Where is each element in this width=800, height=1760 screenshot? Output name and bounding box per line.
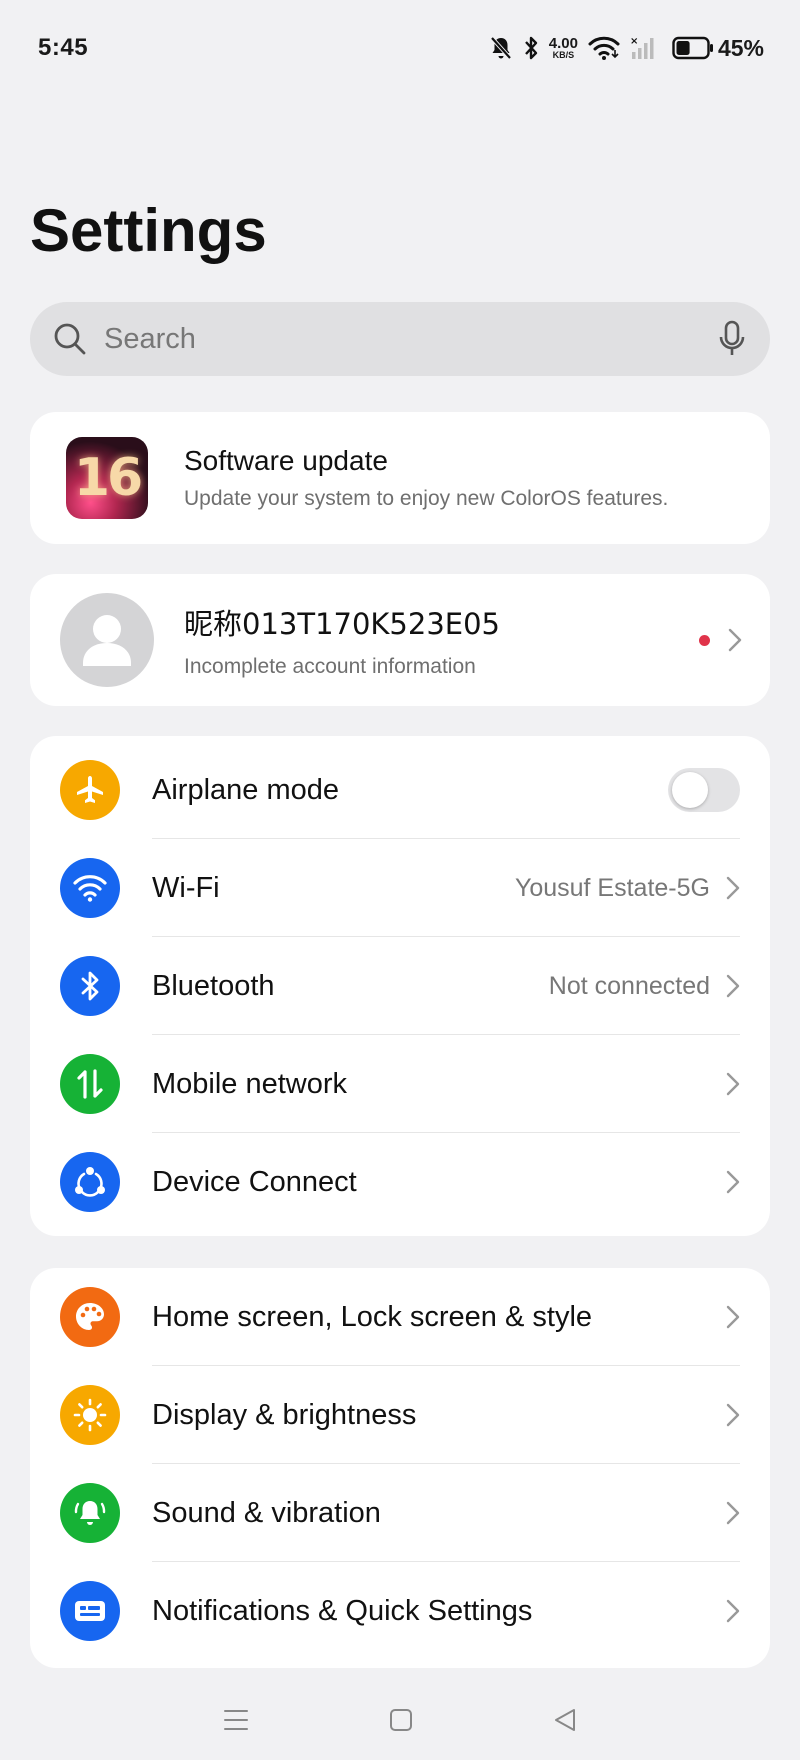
coloros-logo: 16 [66, 437, 148, 519]
coloros-logo-text: 16 [73, 448, 143, 508]
cellular-signal-icon: × [630, 36, 654, 59]
search-icon [54, 323, 86, 355]
chevron-right-icon [726, 1501, 740, 1525]
chevron-right-icon [726, 1599, 740, 1623]
notifications-label: Notifications & Quick Settings [152, 1594, 533, 1627]
software-update-title: Software update [184, 445, 388, 476]
bluetooth-label: Bluetooth [152, 969, 275, 1002]
device-connect-icon-bg [60, 1152, 120, 1212]
bluetooth-status: Not connected [548, 971, 710, 1000]
wifi-network-name: Yousuf Estate-5G [514, 873, 710, 902]
sun-icon [73, 1398, 107, 1432]
battery: 45% [672, 35, 764, 62]
search-bar[interactable] [30, 302, 770, 376]
battery-icon [672, 36, 713, 60]
navigation-bar [0, 1680, 800, 1760]
palette-icon-bg [60, 1287, 120, 1347]
chevron-right-icon [726, 974, 740, 998]
notification-dot [699, 634, 710, 646]
svg-text:×: × [630, 36, 638, 47]
airplane-mode-row[interactable]: Airplane mode [30, 741, 770, 839]
notification-icon [75, 1601, 105, 1621]
bluetooth-icon [81, 971, 99, 1001]
account-subtitle: Incomplete account information [184, 655, 476, 678]
toggle-knob [672, 772, 708, 808]
bluetooth-icon-bg [60, 956, 120, 1016]
recent-apps-icon[interactable] [222, 1707, 250, 1733]
notification-icon-bg [60, 1581, 120, 1641]
mobile-data-icon-bg [60, 1054, 120, 1114]
device-connect-icon [75, 1167, 105, 1197]
battery-percent: 45% [717, 34, 764, 61]
microphone-icon[interactable] [718, 320, 746, 358]
net-speed-unit: KB/S [552, 50, 575, 60]
mobile-network-row[interactable]: Mobile network [30, 1035, 770, 1133]
chevron-right-icon [726, 876, 740, 900]
notifications-row[interactable]: Notifications & Quick Settings [30, 1562, 770, 1660]
search-input[interactable] [104, 322, 718, 356]
net-speed: 4.00 KB/S [549, 36, 578, 60]
wifi-icon [73, 875, 107, 902]
bell-icon [74, 1501, 106, 1525]
sound-vibration-row[interactable]: Sound & vibration [30, 1464, 770, 1562]
back-icon[interactable] [552, 1707, 578, 1733]
status-time: 5:45 [38, 34, 89, 61]
avatar [60, 593, 154, 687]
net-speed-value: 4.00 [548, 35, 578, 52]
airplane-icon [77, 776, 103, 803]
wifi-label: Wi-Fi [152, 871, 220, 904]
sound-vibration-label: Sound & vibration [152, 1496, 381, 1529]
home-screen-row[interactable]: Home screen, Lock screen & style [30, 1268, 770, 1366]
software-update-card[interactable]: 16 Software update Update your system to… [30, 412, 770, 544]
wifi-icon-bg [60, 858, 120, 918]
chevron-right-icon [726, 1072, 740, 1096]
status-bar: 5:45 4.00 KB/S × 45% [0, 0, 800, 96]
bell-icon-bg [60, 1483, 120, 1543]
wifi-status-icon [588, 36, 620, 60]
status-icons: 4.00 KB/S × 45% [489, 35, 764, 62]
mobile-data-icon [77, 1069, 103, 1099]
mobile-network-label: Mobile network [152, 1067, 348, 1100]
person-icon [83, 615, 131, 666]
software-update-subtitle: Update your system to enjoy new ColorOS … [184, 487, 669, 510]
account-card[interactable]: 昵称013T170K523E05 Incomplete account info… [30, 574, 770, 706]
chevron-right-icon [726, 1170, 740, 1194]
display-brightness-label: Display & brightness [152, 1398, 417, 1431]
chevron-right-icon [728, 628, 742, 652]
bell-muted-icon [490, 36, 512, 60]
device-connect-label: Device Connect [152, 1165, 357, 1198]
palette-icon [76, 1303, 104, 1330]
device-connect-row[interactable]: Device Connect [30, 1133, 770, 1231]
bluetooth-row[interactable]: Bluetooth Not connected [30, 937, 770, 1035]
airplane-icon-bg [60, 760, 120, 820]
bluetooth-status-icon [524, 36, 537, 60]
airplane-mode-toggle[interactable] [668, 768, 740, 812]
wifi-row[interactable]: Wi-Fi Yousuf Estate-5G [30, 839, 770, 937]
home-screen-label: Home screen, Lock screen & style [152, 1300, 593, 1333]
chevron-right-icon [726, 1403, 740, 1427]
page-title: Settings [30, 197, 267, 264]
home-icon[interactable] [388, 1707, 414, 1733]
chevron-right-icon [726, 1305, 740, 1329]
account-name: 昵称013T170K523E05 [184, 607, 501, 641]
airplane-mode-label: Airplane mode [152, 773, 339, 806]
display-brightness-row[interactable]: Display & brightness [30, 1366, 770, 1464]
connectivity-card: Airplane mode Wi-Fi Yousuf Estate-5G Blu… [30, 736, 770, 1236]
sun-icon-bg [60, 1385, 120, 1445]
personalization-card: Home screen, Lock screen & style Display… [30, 1268, 770, 1668]
